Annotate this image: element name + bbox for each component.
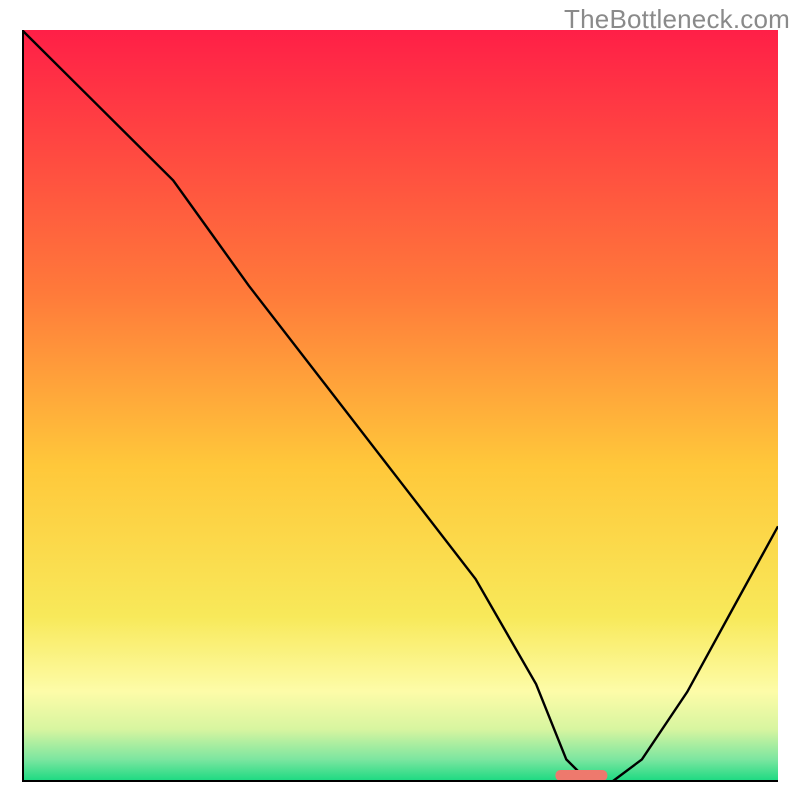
bottleneck-chart bbox=[22, 30, 778, 782]
chart-container bbox=[22, 30, 778, 782]
optimal-point-marker bbox=[555, 770, 607, 781]
